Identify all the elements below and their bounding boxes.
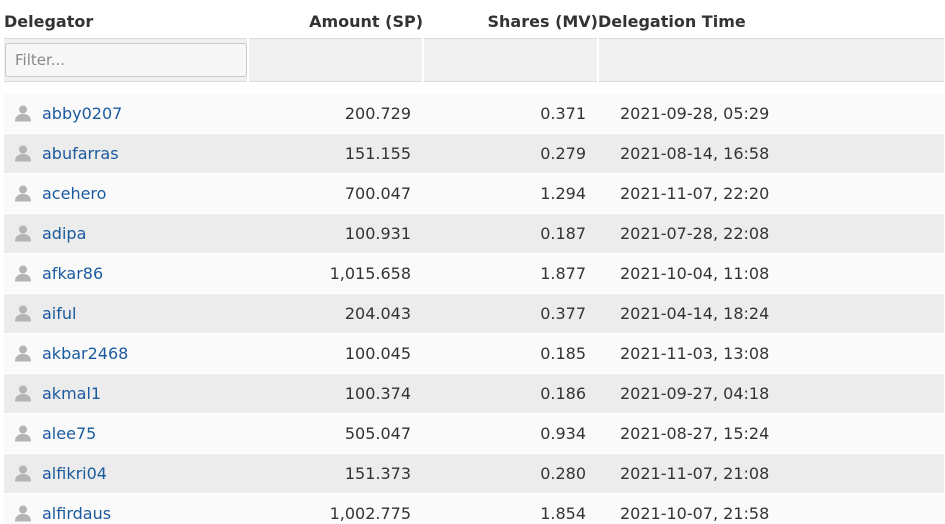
amount-cell: 700.047 [248,173,423,214]
delegator-cell: adipa [4,213,248,254]
table-row: alfirdaus 1,002.775 1.854 2021-10-07, 21… [4,493,944,524]
user-icon [15,265,31,282]
shares-cell: 1.877 [423,253,598,294]
shares-cell: 1.294 [423,173,598,214]
table-row: acehero 700.047 1.294 2021-11-07, 22:20 [4,173,944,214]
amount-cell: 100.045 [248,333,423,374]
user-icon [15,385,31,402]
shares-cell: 0.279 [423,133,598,174]
shares-cell: 0.371 [423,94,598,134]
delegator-cell: alfirdaus [4,493,248,524]
header-spacer [4,81,944,94]
table-row: akmal1 100.374 0.186 2021-09-27, 04:18 [4,373,944,414]
delegation-time-cell: 2021-09-28, 05:29 [598,94,944,134]
table-row: alee75 505.047 0.934 2021-08-27, 15:24 [4,413,944,454]
user-icon [15,345,31,362]
delegator-cell: alfikri04 [4,453,248,494]
delegators-panel: Delegator Amount (SP) Shares (MV) Delega… [0,0,945,524]
delegation-time-cell: 2021-08-27, 15:24 [598,413,944,454]
delegator-cell: abby0207 [4,94,248,134]
delegation-time-cell: 2021-11-07, 22:20 [598,173,944,214]
table-row: abufarras 151.155 0.279 2021-08-14, 16:5… [4,133,944,174]
delegator-cell: acehero [4,173,248,214]
user-icon [15,185,31,202]
delegation-time-cell: 2021-07-28, 22:08 [598,213,944,254]
filter-cell-delegator [4,38,249,82]
delegator-cell: alee75 [4,413,248,454]
table-row: afkar86 1,015.658 1.877 2021-10-04, 11:0… [4,253,944,294]
user-icon [15,305,31,322]
table-header: Delegator Amount (SP) Shares (MV) Delega… [4,4,944,94]
delegator-cell: akmal1 [4,373,248,414]
amount-cell: 151.155 [248,133,423,174]
column-header-delegation-time[interactable]: Delegation Time [598,4,944,39]
amount-cell: 100.931 [248,213,423,254]
delegator-link[interactable]: afkar86 [42,264,103,283]
delegator-link[interactable]: alfikri04 [42,464,107,483]
column-header-delegator[interactable]: Delegator [4,4,248,39]
delegator-link[interactable]: acehero [42,184,106,203]
shares-cell: 0.934 [423,413,598,454]
delegation-time-cell: 2021-04-14, 18:24 [598,293,944,334]
filter-cell-time [598,38,944,82]
amount-cell: 1,002.775 [248,493,423,524]
delegators-table: Delegator Amount (SP) Shares (MV) Delega… [4,4,944,524]
amount-cell: 204.043 [248,293,423,334]
amount-cell: 1,015.658 [248,253,423,294]
delegator-link[interactable]: abufarras [42,144,119,163]
user-icon [15,465,31,482]
amount-cell: 505.047 [248,413,423,454]
delegation-time-cell: 2021-08-14, 16:58 [598,133,944,174]
table-row: abby0207 200.729 0.371 2021-09-28, 05:29 [4,94,944,134]
delegator-link[interactable]: alfirdaus [42,504,111,523]
user-icon [15,505,31,522]
shares-cell: 0.187 [423,213,598,254]
table-row: aiful 204.043 0.377 2021-04-14, 18:24 [4,293,944,334]
delegator-link[interactable]: aiful [42,304,76,323]
shares-cell: 0.377 [423,293,598,334]
delegation-time-cell: 2021-09-27, 04:18 [598,373,944,414]
delegator-cell: akbar2468 [4,333,248,374]
delegation-time-cell: 2021-10-07, 21:58 [598,493,944,524]
user-icon [15,425,31,442]
filter-cell-shares [423,38,599,82]
table-row: adipa 100.931 0.187 2021-07-28, 22:08 [4,213,944,254]
table-row: alfikri04 151.373 0.280 2021-11-07, 21:0… [4,453,944,494]
delegator-link[interactable]: alee75 [42,424,96,443]
delegation-time-cell: 2021-11-03, 13:08 [598,333,944,374]
table-row: akbar2468 100.045 0.185 2021-11-03, 13:0… [4,333,944,374]
delegator-cell: afkar86 [4,253,248,294]
user-icon [15,105,31,122]
shares-cell: 0.280 [423,453,598,494]
shares-cell: 0.186 [423,373,598,414]
delegator-link[interactable]: abby0207 [42,104,122,123]
delegation-time-cell: 2021-10-04, 11:08 [598,253,944,294]
amount-cell: 151.373 [248,453,423,494]
delegator-cell: aiful [4,293,248,334]
delegator-link[interactable]: adipa [42,224,86,243]
header-row: Delegator Amount (SP) Shares (MV) Delega… [4,4,944,39]
filter-cell-amount [248,38,424,82]
amount-cell: 200.729 [248,94,423,134]
delegation-time-cell: 2021-11-07, 21:08 [598,453,944,494]
filter-row [4,38,944,82]
user-icon [15,145,31,162]
shares-cell: 1.854 [423,493,598,524]
delegator-cell: abufarras [4,133,248,174]
column-header-amount[interactable]: Amount (SP) [248,4,423,39]
user-icon [15,225,31,242]
amount-cell: 100.374 [248,373,423,414]
table-body: abby0207 200.729 0.371 2021-09-28, 05:29… [4,94,944,524]
shares-cell: 0.185 [423,333,598,374]
column-header-shares[interactable]: Shares (MV) [423,4,598,39]
delegator-link[interactable]: akmal1 [42,384,101,403]
delegator-filter-input[interactable] [5,43,247,77]
delegator-link[interactable]: akbar2468 [42,344,128,363]
